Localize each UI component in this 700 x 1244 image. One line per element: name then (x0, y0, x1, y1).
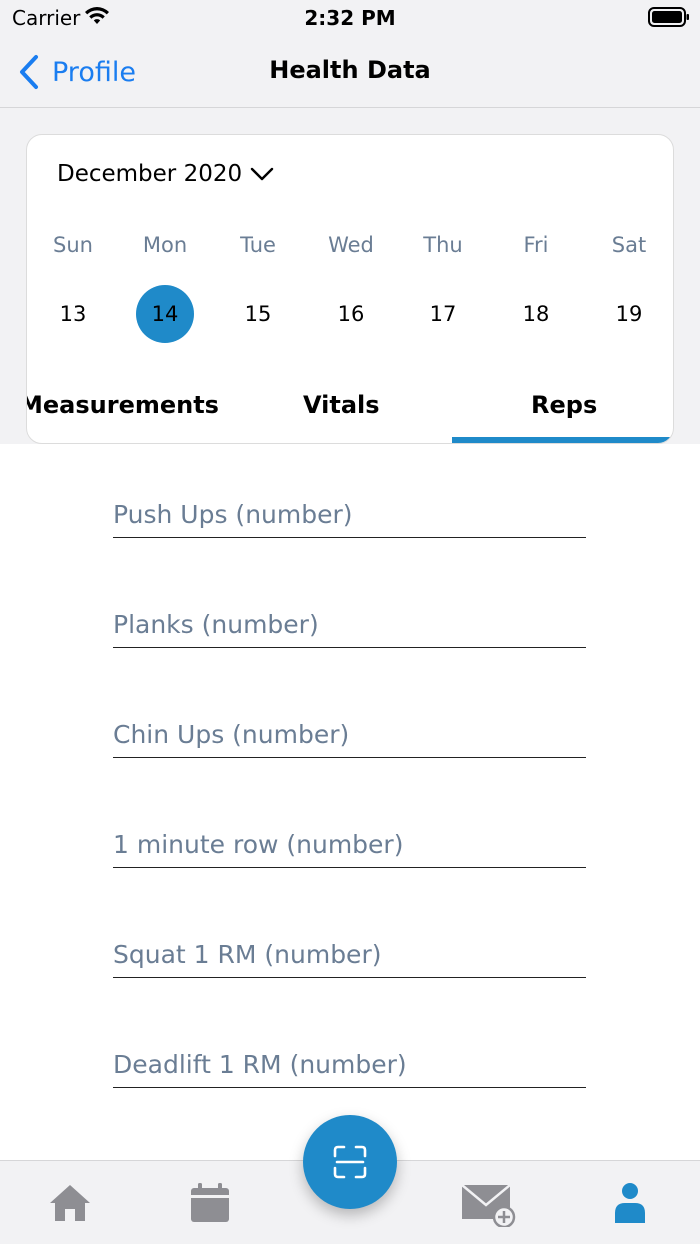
chevron-down-icon (250, 167, 274, 181)
weekday-label: Sun (53, 233, 93, 257)
push-ups-input[interactable] (113, 500, 586, 529)
scan-icon (333, 1145, 367, 1179)
planks-field (113, 598, 586, 648)
weekday-label: Wed (328, 233, 374, 257)
status-time: 2:32 PM (304, 6, 396, 30)
date-cell[interactable]: 13 (44, 285, 102, 343)
date-cell[interactable]: 15 (229, 285, 287, 343)
status-bar: Carrier 2:32 PM (0, 0, 700, 36)
page-title: Health Data (269, 56, 431, 84)
tab-measurements[interactable]: Measurements (27, 391, 219, 443)
segment-tabs: Measurements Vitals Reps (27, 383, 673, 443)
month-label: December 2020 (57, 161, 243, 187)
weekday-label: Fri (523, 233, 549, 257)
planks-input[interactable] (113, 610, 586, 639)
tab-vitals[interactable]: Vitals (303, 391, 380, 443)
push-ups-field (113, 488, 586, 538)
squat-1rm-input[interactable] (113, 940, 586, 969)
deadlift-1rm-field (113, 1038, 586, 1088)
weekday-label: Thu (423, 233, 463, 257)
weekday-label: Mon (142, 233, 188, 257)
chin-ups-field (113, 708, 586, 758)
weekday-label: Tue (240, 233, 276, 257)
weekday-header: Sun Mon Tue Wed Thu Fri Sat (27, 233, 673, 263)
chin-ups-input[interactable] (113, 720, 586, 749)
month-picker[interactable]: December 2020 (57, 161, 274, 187)
date-cell[interactable]: 19 (600, 285, 658, 343)
calendar-card: December 2020 Sun Mon Tue Wed Thu Fri Sa… (26, 134, 674, 444)
minute-row-input[interactable] (113, 830, 586, 859)
battery-icon (648, 7, 689, 27)
minute-row-field (113, 818, 586, 868)
week-dates: 13 14 15 16 17 18 19 (27, 285, 673, 345)
weekday-label: Sat (611, 233, 647, 257)
scan-button[interactable] (303, 1115, 397, 1209)
calendar-icon[interactable] (186, 1179, 234, 1227)
mail-add-icon[interactable] (460, 1179, 516, 1227)
active-tab-indicator (452, 437, 673, 443)
date-cell-selected[interactable]: 14 (136, 285, 194, 343)
date-cell[interactable]: 17 (414, 285, 472, 343)
date-cell[interactable]: 18 (507, 285, 565, 343)
home-icon[interactable] (46, 1179, 94, 1227)
squat-1rm-field (113, 928, 586, 978)
deadlift-1rm-input[interactable] (113, 1050, 586, 1079)
date-cell[interactable]: 16 (322, 285, 380, 343)
person-icon[interactable] (606, 1179, 654, 1227)
navigation-bar: Profile Health Data (0, 36, 700, 108)
